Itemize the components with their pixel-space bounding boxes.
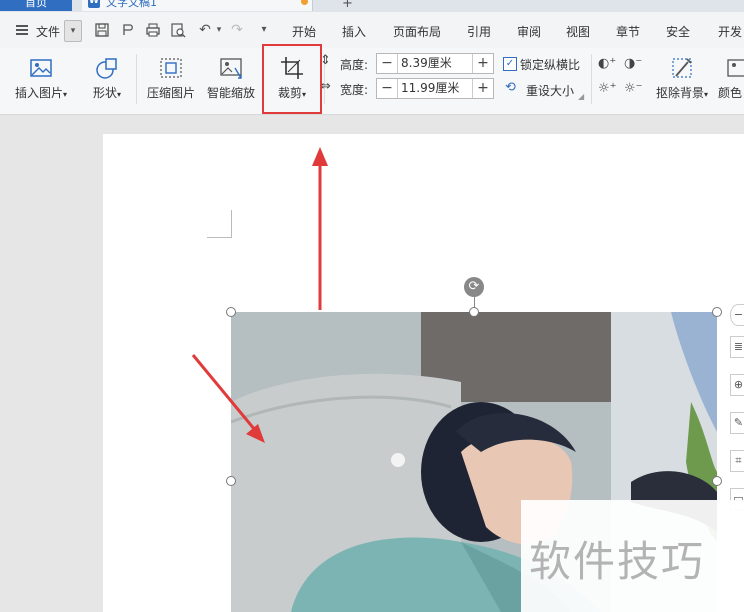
up-arrow-head <box>312 147 328 166</box>
diagonal-arrow-line <box>191 354 257 431</box>
diagonal-arrow-head <box>246 424 265 443</box>
annotation-arrows <box>191 147 328 443</box>
